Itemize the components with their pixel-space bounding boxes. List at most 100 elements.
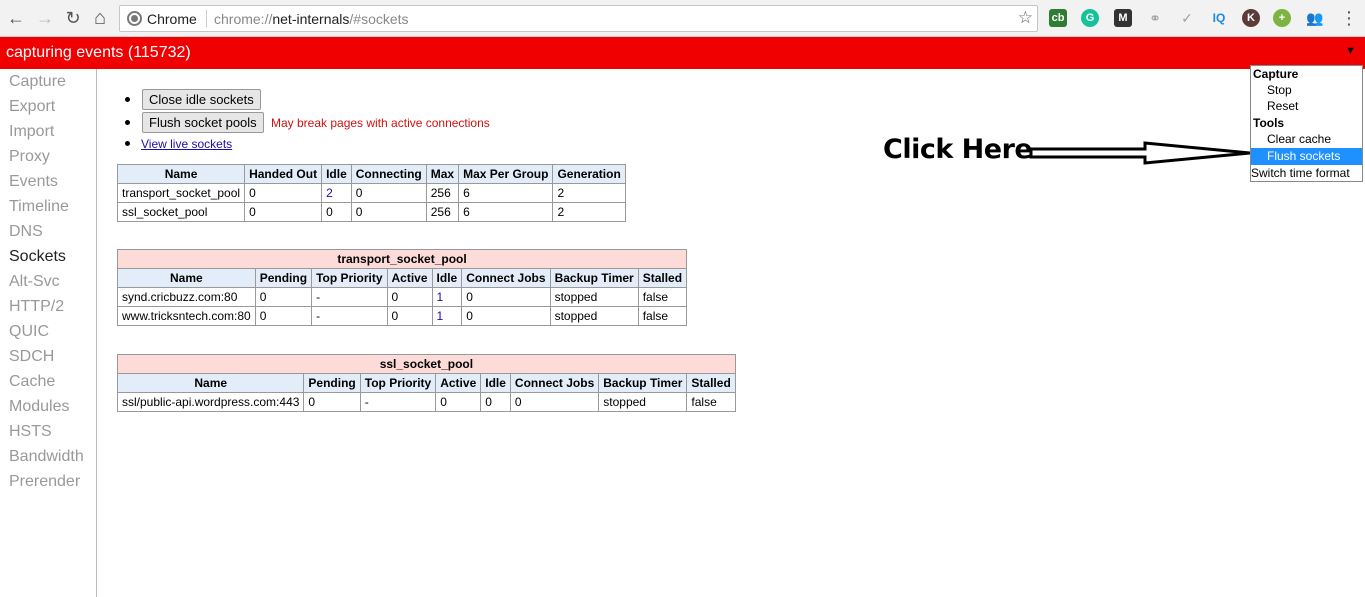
check-icon[interactable]: ✓ xyxy=(1178,9,1196,27)
column-header: Top Priority xyxy=(311,268,388,288)
table-cell: false xyxy=(637,287,688,307)
gmail-icon[interactable]: M xyxy=(1114,9,1132,27)
table-cell: 0 xyxy=(350,183,427,203)
table-cell: 2 xyxy=(321,183,352,203)
menu-header-capture: Capture xyxy=(1253,67,1299,81)
table-cell: stopped xyxy=(598,392,688,412)
sidebar-item-capture[interactable]: Capture xyxy=(9,73,66,91)
table-cell: 2 xyxy=(552,183,626,203)
url-host: net-internals xyxy=(272,11,350,27)
sidebar-item-timeline[interactable]: Timeline xyxy=(9,198,69,216)
column-header: Connect Jobs xyxy=(509,373,600,393)
bookmark-star-icon[interactable]: ☆ xyxy=(1018,8,1033,28)
pool-title-row: ssl_socket_pool xyxy=(117,354,736,374)
view-live-sockets-link[interactable]: View live sockets xyxy=(141,137,232,151)
table-cell: 1 xyxy=(431,306,463,326)
table-cell: 0 xyxy=(461,306,551,326)
grammarly-icon[interactable]: G xyxy=(1081,9,1099,27)
chrome-menu-icon[interactable]: ⋮ xyxy=(1338,7,1360,29)
column-header: Generation xyxy=(552,164,626,184)
url-text[interactable]: chrome://net-internals/#sockets xyxy=(214,11,409,27)
column-header: Name xyxy=(116,373,305,393)
column-header: Stalled xyxy=(637,268,688,288)
idle-count-link[interactable]: 1 xyxy=(437,309,444,323)
column-header: Max xyxy=(425,164,460,184)
column-header: Max Per Group xyxy=(458,164,554,184)
forward-icon[interactable]: → xyxy=(34,7,56,29)
table-cell: 1 xyxy=(431,287,463,307)
column-header: Connect Jobs xyxy=(461,268,551,288)
menu-item-clear-cache[interactable]: Clear cache xyxy=(1251,131,1362,148)
close-idle-sockets-button[interactable]: Close idle sockets xyxy=(142,89,261,110)
table-cell: 0 xyxy=(386,287,433,307)
table-row: synd.cricbuzz.com:80 0-0 1 0 stopped false xyxy=(117,287,688,307)
table-cell: stopped xyxy=(549,306,639,326)
sidebar-item-http-2[interactable]: HTTP/2 xyxy=(9,298,64,316)
bullet xyxy=(125,97,130,102)
sidebar-item-bandwidth[interactable]: Bandwidth xyxy=(9,448,84,466)
idle-count-link[interactable]: 2 xyxy=(326,186,333,200)
sidebar-item-import[interactable]: Import xyxy=(9,123,54,141)
table-cell: 0 xyxy=(244,183,323,203)
sidebar-item-sdch[interactable]: SDCH xyxy=(9,348,54,366)
table-cell: 0 xyxy=(386,306,433,326)
sidebar-item-cache[interactable]: Cache xyxy=(9,373,55,391)
url-path: /#sockets xyxy=(349,11,409,27)
table-cell: - xyxy=(311,306,388,326)
reload-icon[interactable]: ↻ xyxy=(62,7,84,29)
k-icon[interactable]: K xyxy=(1242,9,1260,27)
menu-item-stop[interactable]: Stop xyxy=(1251,82,1362,99)
people-icon[interactable]: 👥 xyxy=(1306,9,1324,27)
table-cell: false xyxy=(686,392,736,412)
table-cell: 0 xyxy=(480,392,511,412)
table-cell: 0 xyxy=(244,202,323,222)
menu-header-tools: Tools xyxy=(1253,116,1285,130)
table-cell: 0 xyxy=(321,202,352,222)
sidebar-item-modules[interactable]: Modules xyxy=(9,398,69,416)
column-header: Name xyxy=(117,268,256,288)
plus-circle-icon[interactable]: + xyxy=(1273,9,1291,27)
address-bar[interactable]: Chrome chrome://net-internals/#sockets ☆ xyxy=(119,5,1038,32)
sidebar-item-dns[interactable]: DNS xyxy=(9,223,43,241)
table-cell: false xyxy=(637,306,688,326)
column-header: Active xyxy=(435,373,482,393)
menu-item-switch-time-format[interactable]: Switch time format xyxy=(1251,165,1362,182)
table-cell: stopped xyxy=(549,287,639,307)
sidebar-item-export[interactable]: Export xyxy=(9,98,55,116)
menu-item-flush-sockets[interactable]: Flush sockets xyxy=(1251,148,1362,165)
sidebar-item-proxy[interactable]: Proxy xyxy=(9,148,50,166)
menu-item-reset[interactable]: Reset xyxy=(1251,98,1362,115)
sidebar-item-hsts[interactable]: HSTS xyxy=(9,423,52,441)
sidebar-item-events[interactable]: Events xyxy=(9,173,58,191)
back-icon[interactable]: ← xyxy=(5,7,27,29)
column-header: Pending xyxy=(254,268,313,288)
flush-warning-text: May break pages with active connections xyxy=(271,116,490,130)
table-cell: 0 xyxy=(254,287,313,307)
sidebar-item-quic[interactable]: QUIC xyxy=(9,323,49,341)
ssl-pool-title: ssl_socket_pool xyxy=(117,354,736,374)
cb-extension-icon[interactable]: cb xyxy=(1049,9,1067,27)
table-row: transport_socket_pool 0 2 0 256 6 2 xyxy=(116,183,626,203)
table-cell: transport_socket_pool xyxy=(116,183,246,203)
sidebar-item-sockets[interactable]: Sockets xyxy=(9,248,66,266)
table-cell: 0 xyxy=(461,287,551,307)
link-icon[interactable]: ⚭ xyxy=(1146,9,1164,27)
flush-socket-pools-button[interactable]: Flush socket pools xyxy=(142,112,264,133)
capture-dropdown-menu: Capture Stop Reset Tools Clear cache Flu… xyxy=(1250,65,1363,182)
iq-icon[interactable]: IQ xyxy=(1210,9,1228,27)
table-cell: 6 xyxy=(458,202,554,222)
column-header: Idle xyxy=(431,268,463,288)
table-cell: 0 xyxy=(435,392,482,412)
sidebar: Capture Export Import Proxy Events Timeline DN… xyxy=(0,69,97,597)
transport-socket-pool-table: transport_socket_pool Name Pending Top Pri… xyxy=(116,249,688,326)
table-cell: - xyxy=(359,392,437,412)
sidebar-item-alt-svc[interactable]: Alt-Svc xyxy=(9,273,60,291)
table-cell: 0 xyxy=(350,202,427,222)
sidebar-item-prerender[interactable]: Prerender xyxy=(9,473,80,491)
table-cell: - xyxy=(311,287,388,307)
idle-count-link[interactable]: 1 xyxy=(437,290,444,304)
home-icon[interactable]: ⌂ xyxy=(89,7,111,29)
dropdown-arrow-icon[interactable]: ▼ xyxy=(1345,45,1356,57)
table-cell: 256 xyxy=(425,183,460,203)
table-header-row: Name Handed Out Idle Connecting Max Max Per G… xyxy=(116,164,626,184)
